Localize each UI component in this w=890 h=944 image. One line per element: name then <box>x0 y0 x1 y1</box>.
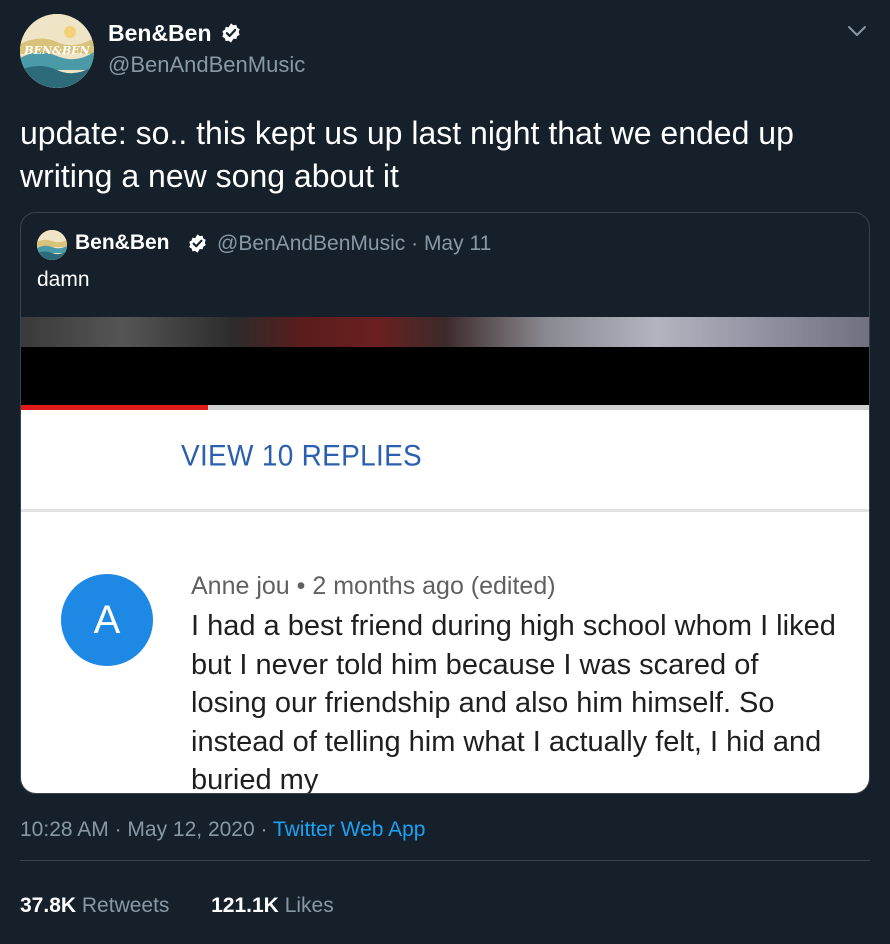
video-frame <box>21 317 869 407</box>
tweet-text: update: so.. this kept us up last night … <box>20 115 794 194</box>
quoted-media-image[interactable]: VIEW 10 REPLIES A Anne jou • 2 months ag… <box>21 317 869 794</box>
quoted-handle: @BenAndBenMusic <box>217 232 406 255</box>
video-thumbnail <box>21 317 869 347</box>
chevron-down-icon[interactable] <box>846 22 868 40</box>
author-handle[interactable]: @BenAndBenMusic <box>108 52 305 78</box>
dot-separator: · <box>411 232 424 255</box>
dot-separator: • <box>296 572 313 600</box>
tweet: BEN&BEN Ben&Ben @BenAndBenMusic update: … <box>0 0 890 944</box>
verified-badge-icon <box>222 23 240 43</box>
author-name[interactable]: Ben&Ben <box>108 20 212 47</box>
divider <box>20 860 870 861</box>
quoted-tweet[interactable]: Ben&Ben @BenAndBenMusic · May 11 damn VI… <box>20 212 870 794</box>
likes-stat[interactable]: 121.1K Likes <box>211 894 334 917</box>
tweet-stats: 37.8K Retweets 121.1K Likes <box>20 894 334 918</box>
likes-count: 121.1K <box>211 894 279 917</box>
avatar-logo-text: BEN&BEN <box>24 44 90 57</box>
dot-separator: · <box>114 818 128 841</box>
retweets-label: Retweets <box>81 894 170 917</box>
quoted-author-avatar <box>37 230 67 260</box>
tweet-date[interactable]: May 12, 2020 <box>127 818 254 841</box>
retweets-stat[interactable]: 37.8K Retweets <box>20 894 169 917</box>
video-progress-fill <box>21 405 208 410</box>
commenter-avatar: A <box>61 574 153 666</box>
quoted-date: May 11 <box>423 232 492 255</box>
source-link[interactable]: Twitter Web App <box>273 818 426 841</box>
likes-label: Likes <box>284 894 334 917</box>
comment-body: I had a best friend during high school w… <box>191 610 836 794</box>
dot-separator: · <box>260 818 273 841</box>
retweets-count: 37.8K <box>20 894 77 917</box>
comment-meta: Anne jou • 2 months ago (edited) <box>191 572 556 601</box>
divider <box>21 509 869 512</box>
quoted-handle-date: @BenAndBenMusic · May 11 <box>217 232 491 256</box>
quoted-author-name: Ben&Ben <box>75 231 170 254</box>
comment-author: Anne jou <box>191 572 290 600</box>
quoted-text: damn <box>37 268 90 291</box>
author-avatar[interactable]: BEN&BEN <box>20 14 94 88</box>
tweet-time[interactable]: 10:28 AM <box>20 818 109 841</box>
view-replies-link: VIEW 10 REPLIES <box>181 439 423 472</box>
verified-badge-icon <box>189 234 206 253</box>
comment-time: 2 months ago (edited) <box>312 572 556 600</box>
tweet-meta: 10:28 AM · May 12, 2020 · Twitter Web Ap… <box>20 818 426 842</box>
